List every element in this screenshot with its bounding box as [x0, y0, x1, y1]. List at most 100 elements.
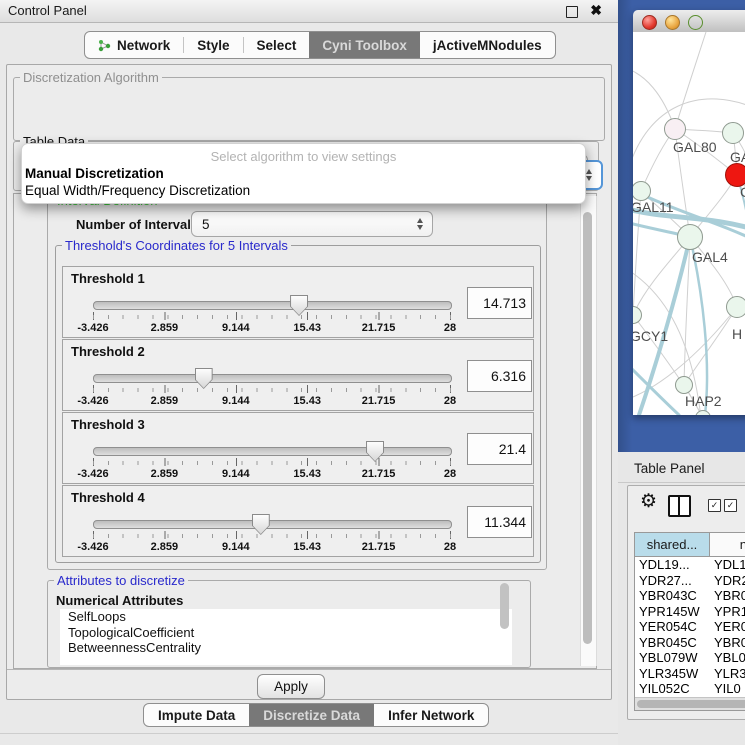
network-node-ga[interactable]	[722, 122, 744, 144]
list-item[interactable]: SelfLoops	[60, 609, 512, 625]
control-panel: Control Panel ✖ Network Style Select Cyni T…	[0, 0, 618, 745]
tab-impute-data[interactable]: Impute Data	[144, 704, 249, 726]
table-row[interactable]: YER054CYER0	[635, 619, 745, 635]
num-intervals-label: Number of Intervals	[76, 217, 198, 232]
table-row[interactable]: YIL052CYIL0	[635, 681, 745, 697]
table-row[interactable]: YPR145WYPR1	[635, 604, 745, 620]
tick-label: 2.859	[151, 322, 179, 334]
algorithm-option-manual[interactable]: Manual Discretization	[25, 166, 164, 181]
tick-label: 15.43	[293, 395, 321, 407]
zoom-window-icon[interactable]	[688, 15, 703, 30]
divider	[618, 482, 745, 483]
threshold-slider-3[interactable]: -3.4262.8599.14415.4321.71528	[93, 441, 450, 481]
cell-shared-name: YBL079W	[635, 650, 710, 666]
column-header-shared-name[interactable]: shared...	[635, 533, 710, 556]
float-window-icon[interactable]	[566, 6, 578, 18]
attributes-title: Attributes to discretize	[54, 573, 188, 588]
threshold-panel-3: Threshold 3-3.4262.8599.14415.4321.71528…	[62, 412, 534, 484]
apply-button[interactable]: Apply	[257, 674, 325, 699]
tick-label: 28	[444, 322, 456, 334]
tick-label: -3.426	[77, 468, 108, 480]
tick-label: 28	[444, 468, 456, 480]
threshold-slider-1[interactable]: -3.4262.8599.14415.4321.71528	[93, 295, 450, 335]
list-item[interactable]: TopologicalCoefficient	[60, 625, 512, 641]
tick-label: 21.715	[362, 468, 396, 480]
tick-label: 2.859	[151, 468, 179, 480]
slider-track[interactable]	[93, 520, 452, 529]
control-panel-titlebar: Control Panel ✖	[0, 0, 618, 23]
stepper-arrows-icon	[417, 218, 423, 230]
threshold-label: Threshold 4	[71, 490, 145, 505]
network-canvas[interactable]: GAL80GACGAL11GAL4GCY1HHAP2	[633, 32, 745, 415]
table-row[interactable]: YBL079WYBL0	[635, 650, 745, 666]
slider-track[interactable]	[93, 301, 452, 310]
cell-shared-name: YBR045C	[635, 635, 710, 651]
tab-label: Impute Data	[158, 708, 235, 723]
table-row[interactable]: YDR27...YDR2	[635, 573, 745, 589]
table-row[interactable]: YBR043CYBR0	[635, 588, 745, 604]
table-row[interactable]: YBR045CYBR0	[635, 635, 745, 651]
network-node-hap2[interactable]	[675, 376, 693, 394]
threshold-value-field[interactable]: 21.4	[467, 433, 532, 465]
table-row[interactable]: YLR345WYLR3	[635, 666, 745, 682]
desktop-background: GAL80GACGAL11GAL4GCY1HHAP2	[618, 0, 745, 454]
node-label: GAL11	[633, 199, 674, 215]
threshold-label: Threshold 1	[71, 271, 145, 286]
tab-network[interactable]: Network	[85, 32, 183, 58]
cell-name: YDL1	[710, 557, 745, 573]
numerical-attributes-list[interactable]: SelfLoopsTopologicalCoefficientBetweenne…	[60, 609, 512, 665]
split-view-icon[interactable]	[668, 495, 691, 517]
attributes-list-scrollbar[interactable]	[500, 583, 510, 635]
checkbox-icon[interactable]: ✓	[724, 499, 737, 512]
network-window: GAL80GACGAL11GAL4GCY1HHAP2	[633, 10, 745, 415]
cell-name: YDR2	[710, 573, 745, 589]
table-horizontal-scrollbar[interactable]	[635, 697, 745, 710]
table-scrollbar-thumb[interactable]	[637, 700, 745, 708]
threshold-value-field[interactable]: 14.713	[467, 287, 532, 319]
tab-cyni-toolbox[interactable]: Cyni Toolbox	[309, 32, 420, 58]
tab-jactivemnodules[interactable]: jActiveMNodules	[420, 32, 555, 58]
network-node-gal4[interactable]	[677, 224, 703, 250]
list-item[interactable]: BetweennessCentrality	[60, 640, 512, 656]
gear-icon[interactable]: ⚙	[640, 490, 657, 513]
threshold-slider-4[interactable]: -3.4262.8599.14415.4321.71528	[93, 514, 450, 554]
column-header-name[interactable]: na	[710, 533, 745, 556]
cell-name: YBR0	[710, 635, 745, 651]
thresholds-title: Threshold's Coordinates for 5 Intervals	[62, 238, 291, 253]
checkbox-icon[interactable]: ✓	[708, 499, 721, 512]
tab-select[interactable]: Select	[244, 32, 310, 58]
settings-scrollbar[interactable]	[580, 196, 597, 666]
algorithm-placeholder-option[interactable]: Select algorithm to view settings	[22, 149, 585, 164]
threshold-value-field[interactable]: 11.344	[467, 506, 532, 538]
threshold-label: Threshold 2	[71, 344, 145, 359]
threshold-slider-2[interactable]: -3.4262.8599.14415.4321.71528	[93, 368, 450, 408]
tab-label: jActiveMNodules	[433, 38, 542, 53]
tab-label: Cyni Toolbox	[322, 38, 407, 53]
close-icon[interactable]: ✖	[590, 2, 602, 19]
table-panel: Table Panel ⚙ ✓ ✓ shared... na YDL19...Y…	[618, 452, 745, 745]
minimize-window-icon[interactable]	[665, 15, 680, 30]
attributes-section: Attributes to discretize Numerical Attri…	[47, 580, 531, 668]
network-node-h[interactable]	[726, 296, 745, 318]
table-row[interactable]: YDL19...YDL1	[635, 557, 745, 573]
threshold-value-field[interactable]: 6.316	[467, 360, 532, 392]
slider-track[interactable]	[93, 447, 452, 456]
network-node-gal80[interactable]	[664, 118, 686, 140]
settings-scrollbar-thumb[interactable]	[583, 212, 592, 644]
tab-discretize-data[interactable]: Discretize Data	[249, 704, 374, 726]
tab-label: Network	[117, 38, 170, 53]
algorithm-option-equal-width[interactable]: Equal Width/Frequency Discretization	[25, 183, 250, 198]
tab-infer-network[interactable]: Infer Network	[374, 704, 488, 726]
slider-minor-ticks	[93, 461, 451, 465]
tab-label: Style	[197, 38, 229, 53]
slider-track[interactable]	[93, 374, 452, 383]
tab-style[interactable]: Style	[184, 32, 242, 58]
tick-label: 15.43	[293, 322, 321, 334]
screen: Control Panel ✖ Network Style Select Cyni T…	[0, 0, 745, 745]
tick-label: 15.43	[293, 468, 321, 480]
interval-definition-section: Interval Definition Number of Intervals …	[47, 200, 547, 570]
threshold-panel-4: Threshold 4 -3.4262.8599.14415.4321.71528…	[62, 485, 534, 557]
close-window-icon[interactable]	[642, 15, 657, 30]
num-intervals-combo[interactable]: 5	[191, 211, 433, 237]
settings-scrollpane: Interval Definition Number of Intervals …	[13, 193, 597, 669]
